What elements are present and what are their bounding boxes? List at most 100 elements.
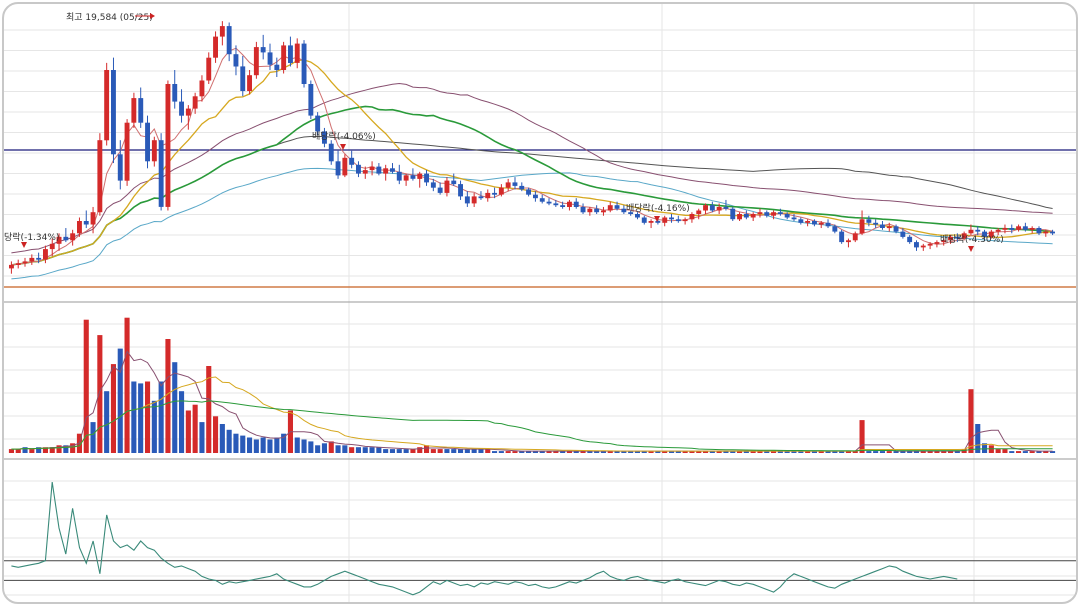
- candle: [362, 166, 368, 179]
- volume-bar: [226, 429, 232, 453]
- candle-body: [451, 180, 457, 185]
- volume-bar: [355, 447, 361, 453]
- candle-body: [410, 175, 416, 179]
- candle: [1029, 226, 1035, 234]
- volume-bar: [424, 445, 430, 453]
- candle: [580, 203, 586, 214]
- candle-body: [430, 182, 436, 188]
- candle-body: [362, 170, 368, 174]
- ex-dividend-annotation-4: 배당락(-4.30%): [940, 233, 1004, 245]
- ex-dividend-annotation-2: 배당락(-4.06%): [312, 130, 376, 142]
- stock-chart: 최고 19,584 (05/25) 당락(-1.34%) 배당락(-4.06%)…: [4, 4, 1076, 602]
- volume-bar: [233, 433, 239, 453]
- candle: [335, 150, 341, 179]
- volume-bar: [383, 449, 389, 453]
- candle: [900, 228, 906, 239]
- volume-bar: [124, 317, 130, 453]
- volume-bar: [321, 443, 327, 453]
- candle: [920, 243, 926, 251]
- volume-bar: [104, 391, 110, 453]
- candle-body: [900, 231, 906, 237]
- peak-annotation: 최고 19,584 (05/25): [66, 12, 153, 23]
- candle-body: [49, 243, 55, 250]
- candle-body: [689, 214, 695, 220]
- candle: [403, 173, 409, 186]
- candle-body: [743, 214, 749, 218]
- candle: [111, 57, 116, 164]
- candle: [342, 154, 348, 178]
- volume-bar: [240, 435, 246, 453]
- volume-bar: [342, 445, 348, 453]
- candle-body: [437, 187, 443, 193]
- candle: [709, 201, 715, 213]
- candle-body: [464, 196, 470, 204]
- candle-body: [97, 140, 103, 213]
- candle-body: [560, 205, 566, 207]
- volume-bar: [886, 451, 892, 453]
- candle: [138, 87, 144, 128]
- volume-bar: [328, 441, 334, 453]
- candle: [750, 212, 756, 222]
- candle: [846, 238, 851, 248]
- candle-body: [914, 242, 919, 248]
- volume-bar: [349, 447, 355, 453]
- candle: [567, 199, 572, 211]
- candle-body: [124, 122, 130, 181]
- candle-body: [308, 84, 314, 116]
- candle-body: [553, 203, 559, 206]
- candle: [478, 191, 484, 200]
- volume-bar: [968, 389, 974, 453]
- candle-body: [730, 208, 736, 220]
- candle-body: [852, 233, 858, 241]
- volume-bar: [458, 449, 464, 453]
- volume-bar: [369, 447, 375, 453]
- volume-bar: [396, 449, 402, 453]
- candle-body: [356, 164, 361, 174]
- volume-bar: [274, 437, 280, 453]
- candle-body: [546, 201, 552, 204]
- candle: [907, 235, 913, 244]
- candle: [662, 215, 668, 227]
- candle-body: [866, 219, 872, 223]
- candle-body: [648, 221, 654, 223]
- candle-body: [580, 207, 586, 213]
- candle-body: [669, 217, 674, 220]
- candle-body: [859, 219, 865, 234]
- candle: [682, 217, 688, 225]
- candle-body: [1009, 228, 1015, 230]
- volume-bar: [172, 362, 178, 453]
- candle: [607, 201, 613, 213]
- candle-body: [151, 140, 157, 162]
- candle: [179, 89, 184, 123]
- candle-body: [703, 205, 708, 211]
- candle-body: [1022, 226, 1028, 230]
- candle-body: [70, 233, 76, 241]
- candle: [451, 173, 457, 186]
- candle: [743, 210, 749, 220]
- volume-bar: [192, 404, 198, 453]
- candle-body: [111, 70, 116, 155]
- candle: [356, 161, 361, 178]
- candle-body: [1043, 231, 1049, 234]
- candle: [288, 36, 293, 67]
- candle: [471, 192, 477, 207]
- candle-body: [138, 98, 144, 123]
- candle: [124, 119, 130, 186]
- candle: [437, 182, 443, 195]
- volume-bar: [430, 449, 436, 453]
- candle: [226, 22, 232, 62]
- candle-body: [539, 198, 545, 202]
- candle: [594, 205, 600, 214]
- candle: [914, 240, 919, 251]
- volume-bar: [185, 410, 191, 453]
- candle-body: [655, 221, 661, 223]
- candle-body: [417, 173, 423, 179]
- volume-bar: [151, 400, 157, 453]
- candle-body: [526, 189, 531, 195]
- volume-bar: [376, 447, 382, 453]
- candle: [417, 171, 423, 188]
- candle-body: [805, 221, 811, 223]
- candle: [260, 34, 266, 60]
- candle-body: [294, 43, 300, 63]
- ex-dividend-annotation-3: 배당락(-4.16%): [626, 202, 690, 214]
